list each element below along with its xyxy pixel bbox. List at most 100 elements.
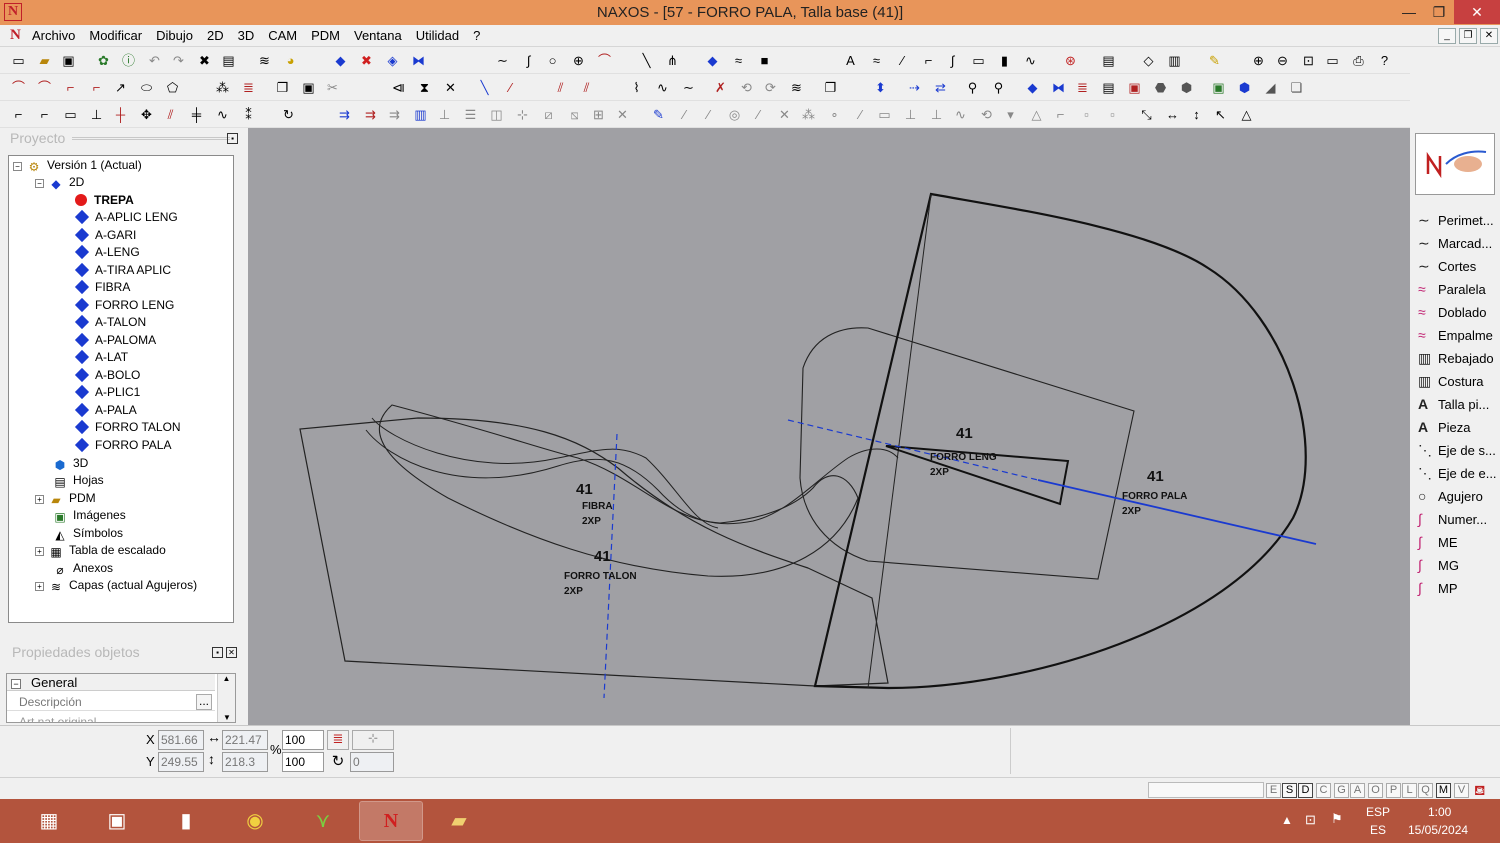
stamp-icon[interactable]: ▮ xyxy=(996,53,1013,69)
updown-icon[interactable]: ⬍ xyxy=(872,80,889,96)
pin-icon[interactable]: ✎ xyxy=(650,107,667,123)
point-icon[interactable]: ◆ xyxy=(704,53,721,69)
node2-icon[interactable]: ⊹ xyxy=(514,107,531,123)
menu-3d[interactable]: 3D xyxy=(238,28,255,43)
rectangle-icon[interactable]: ▭ xyxy=(970,53,987,69)
tree-item-piece[interactable]: A-GARI xyxy=(74,227,136,244)
rotate-icon[interactable]: ⟲ xyxy=(738,80,755,96)
line-icon[interactable]: ╲ xyxy=(638,53,655,69)
tool-mp[interactable]: ∫ MP xyxy=(1418,578,1458,598)
info-icon[interactable]: ⓘ xyxy=(120,53,137,69)
open-folder-icon[interactable]: ▰ xyxy=(36,53,53,69)
expand-icon[interactable]: + xyxy=(35,495,44,504)
height-field[interactable]: 218.3 xyxy=(222,752,268,772)
grid-icon[interactable]: ≣ xyxy=(240,80,257,96)
rotate-field-icon[interactable]: ↻ xyxy=(327,752,349,772)
layer-s-toggle[interactable]: S xyxy=(1282,783,1297,798)
pen-icon[interactable]: ∕ xyxy=(894,53,911,69)
tree-item-piece[interactable]: FORRO LENG xyxy=(74,297,174,314)
split-icon[interactable]: ◫ xyxy=(488,107,505,123)
tree-item-piece[interactable]: A-TIRA APLIC xyxy=(74,262,171,279)
double-arrow-icon[interactable]: ⇉ xyxy=(336,107,353,123)
mdi-restore-button[interactable]: ❐ xyxy=(1459,28,1477,44)
tool-eje-escalado[interactable]: ⋱ Eje de e... xyxy=(1418,463,1497,483)
browse-button[interactable]: ... xyxy=(196,694,212,710)
arc-tool-icon[interactable]: ⌒ xyxy=(10,80,27,96)
flat-icon[interactable]: ∼ xyxy=(680,80,697,96)
tool-cortes[interactable]: ∼ Cortes xyxy=(1418,256,1476,276)
app-green-taskbar-button[interactable]: ⋎ xyxy=(292,802,354,840)
explorer-taskbar-button[interactable]: ▣ xyxy=(86,802,148,840)
light-dot-icon[interactable]: ∘ xyxy=(826,107,843,123)
light-circle-icon[interactable]: ◎ xyxy=(726,107,743,123)
flip-icon[interactable]: ⧗ xyxy=(416,80,433,96)
cube-icon[interactable]: ⬢ xyxy=(1236,80,1253,96)
naxos-taskbar-button[interactable]: N xyxy=(359,801,423,841)
delete-icon[interactable]: ✖ xyxy=(196,53,213,69)
scatter-icon[interactable]: ⁑ xyxy=(240,107,257,123)
tree-item-hojas[interactable]: ▤ Hojas xyxy=(52,472,103,489)
close-button[interactable]: ✕ xyxy=(1454,0,1500,24)
tool-paralela[interactable]: ≈ Paralela xyxy=(1418,279,1486,299)
measure-diag-icon[interactable]: ⤡ xyxy=(1138,107,1155,123)
tool-numeracion[interactable]: ∫ Numer... xyxy=(1418,509,1487,529)
menu-cam[interactable]: CAM xyxy=(268,28,297,43)
light-box2-icon[interactable]: ▫ xyxy=(1104,107,1121,123)
light-rotate-icon[interactable]: ⟲ xyxy=(978,107,995,123)
magnify2-icon[interactable]: ⚲ xyxy=(990,80,1007,96)
light-tri-icon[interactable]: △ xyxy=(1028,107,1045,123)
group-general[interactable]: − General xyxy=(7,674,215,691)
light-path-icon[interactable]: ∕ xyxy=(852,107,869,123)
light-line-icon[interactable]: ∕ xyxy=(676,107,693,123)
tool-agujero[interactable]: ○ Agujero xyxy=(1418,486,1483,506)
layers-icon[interactable]: ≋ xyxy=(256,53,273,69)
tree-item-piece[interactable]: FORRO PALA xyxy=(74,437,171,454)
tree-item-piece[interactable]: FORRO TALON xyxy=(74,419,181,436)
arc-icon[interactable]: ⌒ xyxy=(596,53,613,69)
redo-icon[interactable]: ↷ xyxy=(170,53,187,69)
fillet-icon[interactable]: ⌐ xyxy=(62,80,79,96)
slash-icon[interactable]: ∕ xyxy=(502,80,519,96)
drawing-canvas[interactable]: 41 FIBRA 2XP 41 FORRO TALON 2XP 41 FORRO… xyxy=(248,128,1410,725)
magnify-icon[interactable]: ⚲ xyxy=(964,80,981,96)
warp-icon[interactable]: ≋ xyxy=(788,80,805,96)
node-icon[interactable]: ⋔ xyxy=(664,53,681,69)
link-icon[interactable]: ⧓ xyxy=(1050,80,1067,96)
tree-item-piece[interactable]: A-LENG xyxy=(74,244,140,261)
pin-icon[interactable]: ▪ xyxy=(212,647,223,658)
pattern-icon[interactable]: ⁂ xyxy=(214,80,231,96)
menu-archivo[interactable]: Archivo xyxy=(32,28,75,43)
light-box-icon[interactable]: ▫ xyxy=(1078,107,1095,123)
language-label[interactable]: ESP xyxy=(1366,805,1390,819)
tree-item-piece[interactable]: A-PLIC1 xyxy=(74,384,140,401)
light-frame-icon[interactable]: ⌐ xyxy=(1052,107,1069,123)
menu-ventana[interactable]: Ventana xyxy=(354,28,402,43)
y-field[interactable]: 249.55 xyxy=(158,752,204,772)
box-cross-icon[interactable]: ⧅ xyxy=(566,107,583,123)
measure-icon[interactable]: ∿ xyxy=(1022,53,1039,69)
select-icon[interactable]: ◈ xyxy=(384,53,401,69)
tool-marcado[interactable]: ∼ Marcad... xyxy=(1418,233,1492,253)
page-icon[interactable]: ▭ xyxy=(62,107,79,123)
collapse-icon[interactable]: − xyxy=(13,162,22,171)
shoe-icon[interactable]: ◢ xyxy=(1262,80,1279,96)
light-ruler-icon[interactable]: ▭ xyxy=(876,107,893,123)
close-cross-icon[interactable]: ✕ xyxy=(614,107,631,123)
tool-perimetro[interactable]: ∼ Perimet... xyxy=(1418,210,1494,230)
menu-utilidad[interactable]: Utilidad xyxy=(416,28,459,43)
light-wave-icon[interactable]: ∿ xyxy=(952,107,969,123)
tree-item-simbolos[interactable]: ◭ Símbolos xyxy=(52,525,123,542)
props-scrollbar[interactable]: ▲ ▼ xyxy=(217,674,235,722)
image-icon[interactable]: ▣ xyxy=(1210,80,1227,96)
tree-item-piece[interactable]: A-LAT xyxy=(74,349,128,366)
clock-date[interactable]: 15/05/2024 xyxy=(1408,823,1468,837)
mdi-close-button[interactable]: ✕ xyxy=(1480,28,1498,44)
tool-talla-pieza[interactable]: A Talla pi... xyxy=(1418,394,1489,414)
move-cross-icon[interactable]: ✥ xyxy=(138,107,155,123)
corner-icon[interactable]: ⌐ xyxy=(10,107,27,123)
scale-x-field[interactable]: 100 xyxy=(282,730,324,750)
scroll-down-icon[interactable]: ▼ xyxy=(218,713,235,722)
zoom-window-icon[interactable]: ⊡ xyxy=(1300,53,1317,69)
tree-item-version[interactable]: − ⚙ Versión 1 (Actual) xyxy=(13,157,142,174)
layer-c-toggle[interactable]: C xyxy=(1316,783,1331,798)
